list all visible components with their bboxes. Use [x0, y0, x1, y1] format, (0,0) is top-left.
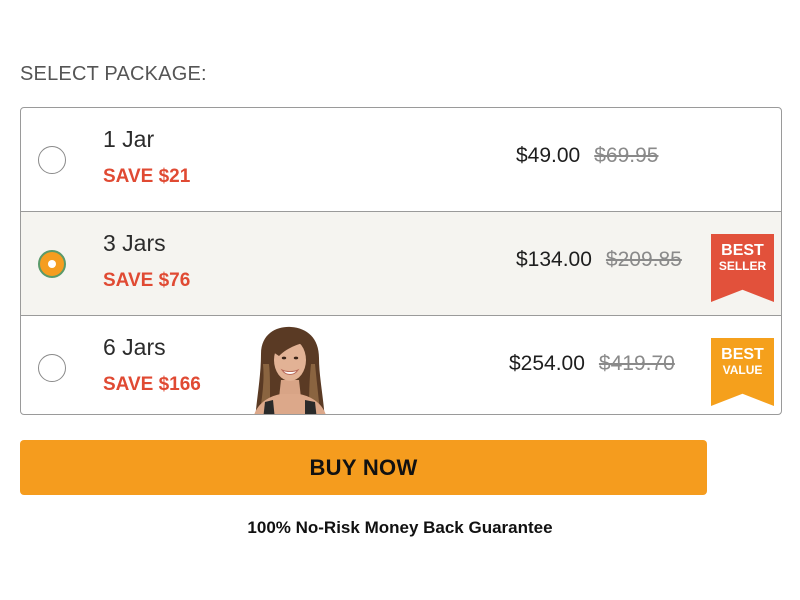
ribbon-line-1: BEST	[721, 346, 764, 363]
package-savings: SAVE $21	[103, 166, 191, 187]
original-price: $419.70	[598, 352, 675, 375]
section-title: SELECT PACKAGE:	[20, 63, 207, 85]
radio-button[interactable]	[38, 146, 66, 174]
package-name: 1 Jar	[103, 126, 155, 152]
best-value-ribbon: BEST VALUE	[711, 338, 774, 406]
current-price: $49.00	[516, 144, 581, 167]
page: SELECT PACKAGE: 1 Jar SAVE $21 $49.00 $69…	[0, 0, 800, 600]
buy-now-button[interactable]: BUY NOW	[20, 440, 707, 495]
original-price: $209.85	[605, 248, 682, 271]
package-savings: SAVE $76	[103, 270, 191, 291]
price-group: $134.00 $209.85	[516, 248, 682, 272]
ribbon-line-2: SELLER	[718, 259, 767, 273]
package-name: 6 Jars	[103, 334, 166, 360]
radio-button[interactable]	[38, 354, 66, 382]
package-option-6-jars[interactable]: 6 Jars SAVE $166 $254.00 $419.70 BEST VA…	[21, 315, 781, 414]
original-price: $69.95	[594, 144, 659, 167]
package-option-1-jar[interactable]: 1 Jar SAVE $21 $49.00 $69.95	[21, 108, 781, 211]
price-group: $49.00 $69.95	[516, 144, 658, 168]
guarantee-text: 100% No-Risk Money Back Guarantee	[247, 518, 553, 537]
package-name: 3 Jars	[103, 230, 166, 256]
package-option-3-jars[interactable]: 3 Jars SAVE $76 $134.00 $209.85 BEST SELL…	[21, 211, 781, 315]
woman-portrait-image	[239, 324, 339, 414]
ribbon-line-1: BEST	[721, 242, 764, 259]
package-savings: SAVE $166	[103, 374, 201, 395]
current-price: $134.00	[516, 248, 592, 271]
ribbon-line-2: VALUE	[722, 363, 763, 377]
package-list: 1 Jar SAVE $21 $49.00 $69.95 3 Jars SAVE …	[20, 107, 782, 415]
current-price: $254.00	[509, 352, 585, 375]
best-seller-ribbon: BEST SELLER	[711, 234, 774, 302]
radio-button-checked[interactable]	[38, 250, 66, 278]
price-group: $254.00 $419.70	[509, 352, 675, 376]
